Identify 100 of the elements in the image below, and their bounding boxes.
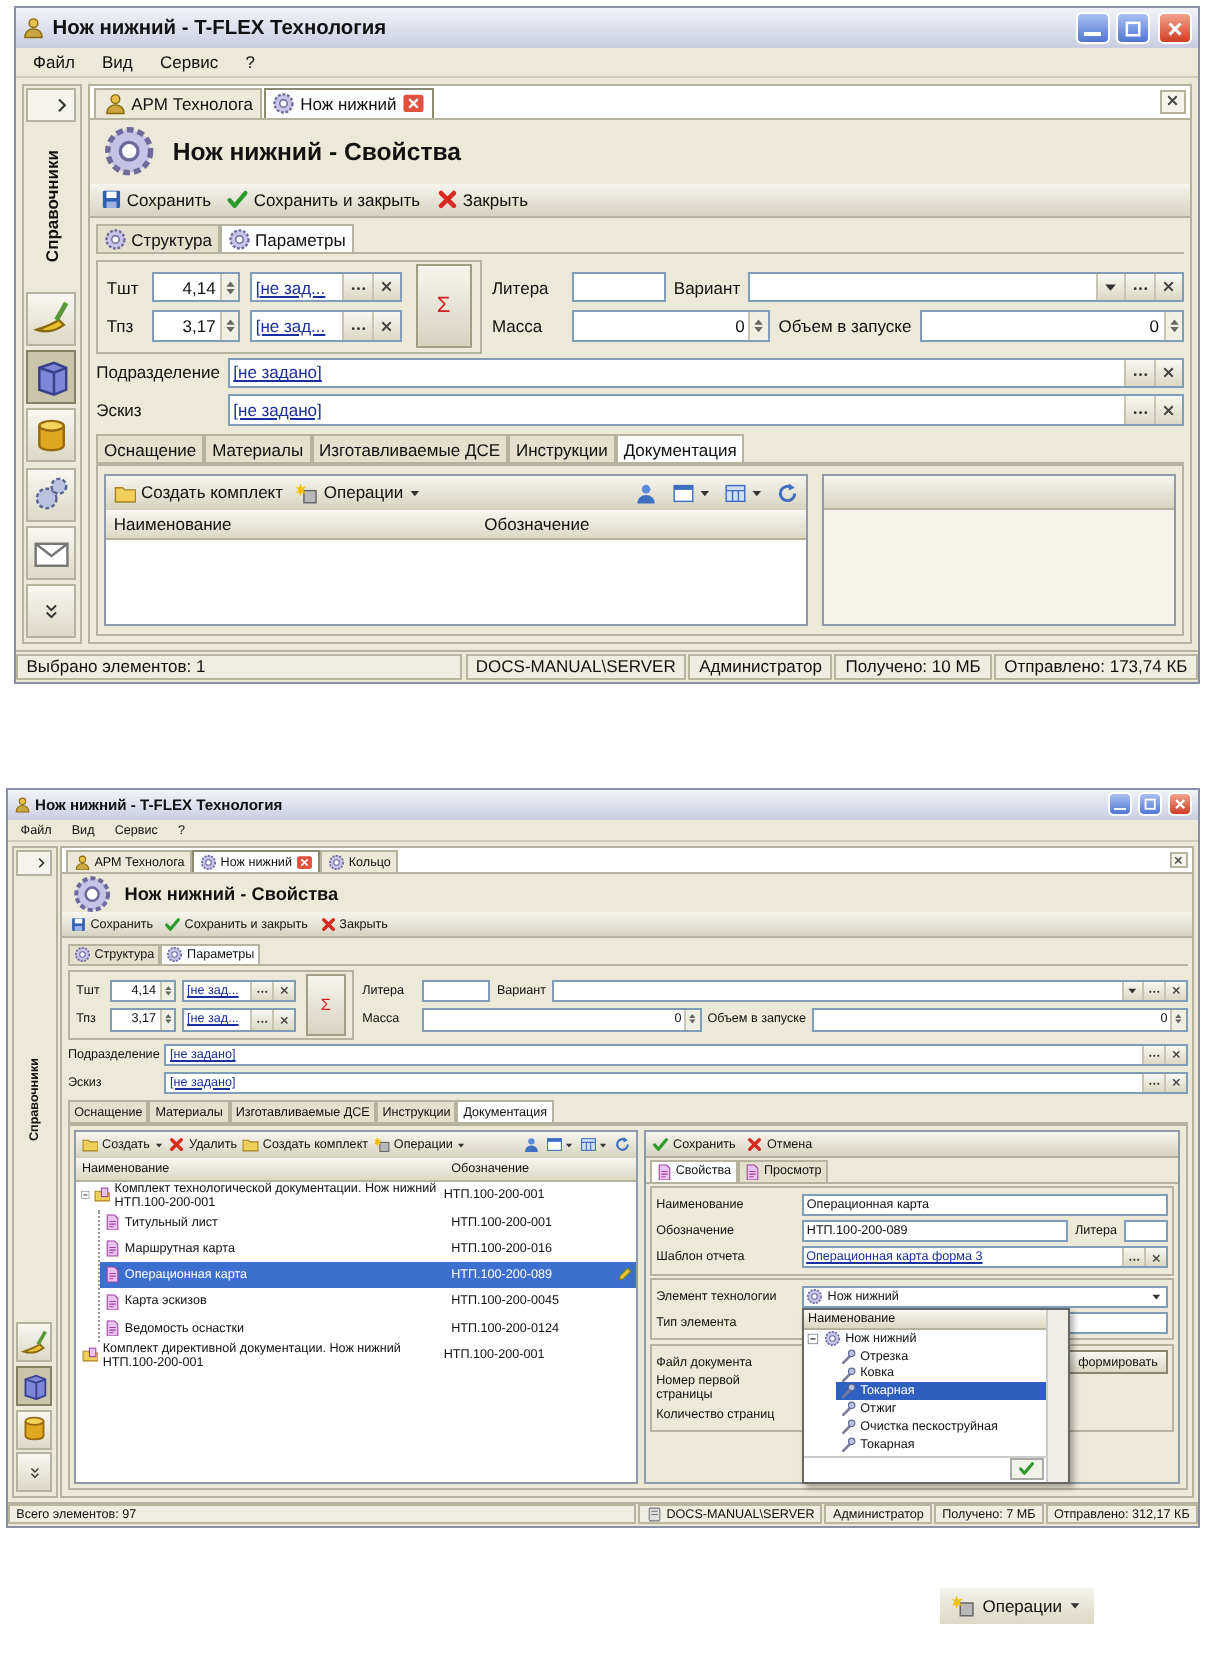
scrollbar[interactable] [1045,1309,1068,1482]
refresh-button[interactable] [776,481,800,504]
spin-arrows-icon [686,1010,700,1029]
browse-button[interactable] [1124,396,1154,424]
toolbar-button[interactable]: Сохранить и закрыть [226,188,421,212]
sidebar-button[interactable] [16,1409,53,1450]
clear-button[interactable] [1163,981,1186,1001]
browse-button[interactable] [342,312,372,340]
toolbar-button[interactable]: Создать комплект [113,481,283,504]
text-field[interactable] [421,979,491,1003]
close-icon [1172,796,1189,814]
cross-icon [168,1136,186,1154]
sidebar-button[interactable] [26,291,77,346]
collapse-icon [806,1331,821,1346]
caret-icon [153,1140,164,1151]
sidebar-button[interactable] [26,525,77,581]
clear-button[interactable] [1163,1045,1186,1065]
link[interactable]: [не зад... [255,316,343,337]
table-button[interactable] [724,481,763,504]
minimize-button[interactable] [1107,792,1133,817]
toolbar-button[interactable]: Операции [296,481,422,504]
more-button[interactable] [16,1452,53,1493]
caret-icon [564,1140,575,1151]
number-field[interactable]: 4,14 [152,271,241,303]
toolbar-button[interactable]: Сохранить [99,188,212,212]
text-field[interactable] [1123,1219,1168,1243]
browse-button[interactable] [1124,359,1154,386]
browse-button[interactable] [342,273,372,301]
view-button[interactable] [672,481,712,504]
link[interactable]: [не зад... [255,277,343,298]
double-chevron-icon [42,602,62,621]
tab[interactable]: Оснащение [96,434,205,463]
close-button[interactable] [1169,851,1189,869]
operations-button[interactable]: Операции [940,1587,1094,1624]
menu-item[interactable]: Сервис [159,52,219,73]
clear-button[interactable] [1153,396,1183,424]
refresh-icon [614,1136,632,1154]
sidebar-button[interactable] [26,408,77,463]
caret-icon [697,485,712,500]
close-button[interactable] [1160,89,1186,114]
tab[interactable]: Структура [96,224,220,253]
link[interactable]: [не задано] [233,400,1125,421]
dropdown-field[interactable] [552,979,1188,1003]
browse-button[interactable] [1142,1073,1164,1092]
field-label: Вариант [673,277,741,298]
more-button[interactable] [26,584,77,639]
maximize-button[interactable] [1137,792,1163,817]
browse-button[interactable] [1122,1248,1144,1267]
clear-button[interactable] [1163,1073,1186,1092]
refresh-button[interactable] [614,1136,632,1154]
clear-button[interactable] [1153,273,1183,301]
tab[interactable]: Нож нижний [263,88,434,118]
table-button[interactable] [580,1136,609,1154]
gear-icon [227,227,251,251]
clear-button[interactable] [1144,1248,1166,1267]
status-text: Отправлено: 173,74 КБ [1004,656,1188,677]
user-button[interactable] [636,481,660,504]
dropdown-button[interactable] [1095,273,1125,301]
user-icon [636,481,660,504]
sum-button[interactable]: Σ [305,974,347,1037]
gears-icon [32,474,72,514]
number-field[interactable]: 3,17 [152,310,241,342]
sparkle-box-icon [296,481,320,504]
tab[interactable]: Инструкции [507,434,616,463]
link[interactable]: [не задано] [233,362,1125,383]
toolbar-button[interactable]: Закрыть [435,188,529,212]
dropdown-button[interactable] [1121,981,1143,1001]
tab[interactable]: Параметры [219,224,354,253]
clear-button[interactable] [271,981,294,1001]
maximize-icon [1122,17,1145,40]
column-header[interactable]: Обозначение [477,513,807,534]
window-icon [546,1136,564,1154]
menu-item[interactable]: Файл [33,52,75,73]
dropdown-field[interactable] [748,271,1185,303]
sum-button[interactable]: Σ [416,264,472,349]
minimize-button[interactable] [1075,12,1110,45]
maximize-button[interactable] [1116,12,1151,45]
clear-button[interactable] [1153,359,1183,386]
text-field[interactable] [571,271,666,303]
ok-button[interactable] [1010,1458,1045,1480]
clear-button[interactable] [371,273,401,301]
view-button[interactable] [546,1136,575,1154]
tab[interactable]: Материалы [204,434,312,463]
number-field[interactable]: 0 [571,310,770,342]
clear-button[interactable] [371,312,401,340]
tab[interactable]: Изготавливаемые ДСЕ [311,434,508,463]
user-button[interactable] [523,1136,541,1154]
sidebar-button[interactable] [16,1365,53,1406]
expand-button[interactable] [26,88,77,123]
menu-item[interactable]: ? [245,52,255,73]
column-header[interactable]: Наименование [106,513,478,534]
menu-item[interactable]: Вид [102,52,133,73]
tab[interactable]: АРМ Технолога [94,88,262,118]
sidebar-button[interactable] [26,467,77,522]
clear-button[interactable] [271,1010,294,1030]
number-field[interactable]: 0 [919,310,1185,342]
sidebar-button[interactable] [16,1322,53,1363]
tab[interactable]: Документация [615,434,745,463]
sidebar-button[interactable] [26,349,77,405]
close-icon [277,984,290,998]
